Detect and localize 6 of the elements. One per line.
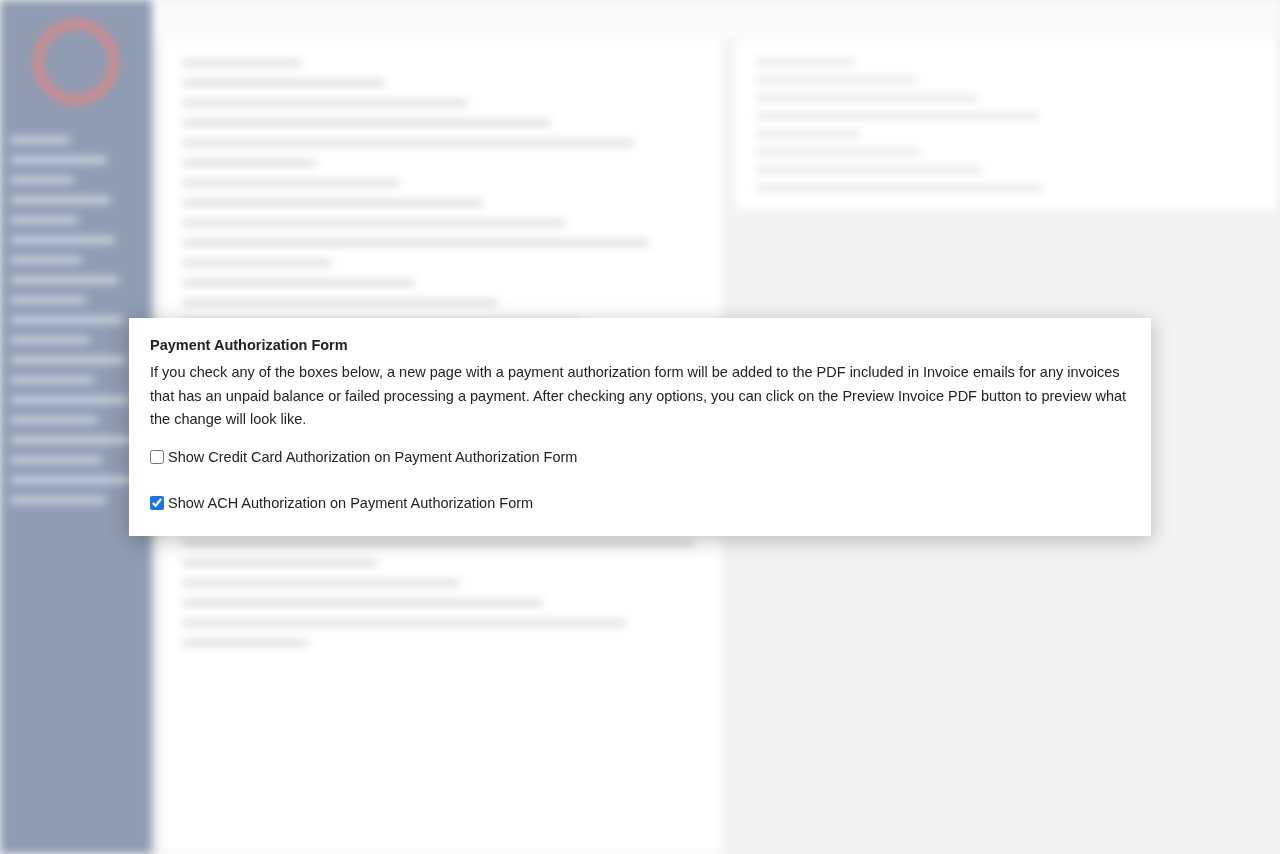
section-title: Payment Authorization Form [150, 337, 349, 353]
option-label: Show ACH Authorization on Payment Authorization Form [168, 494, 534, 511]
option-checkbox[interactable] [150, 495, 164, 510]
option-checkbox[interactable] [150, 449, 164, 464]
option-label: Show Credit Card Authorization on Payment Authorization Form [168, 448, 578, 465]
description-text: If you check any of the boxes below, a new page with a payment authorization form will be added to the PDF included in Invoice emails for any invoices that has an unpaid balance or failed processing a payment. After checking any options, you can click on the Preview Invoice PDF button to preview what the change will look like. [150, 363, 1128, 429]
